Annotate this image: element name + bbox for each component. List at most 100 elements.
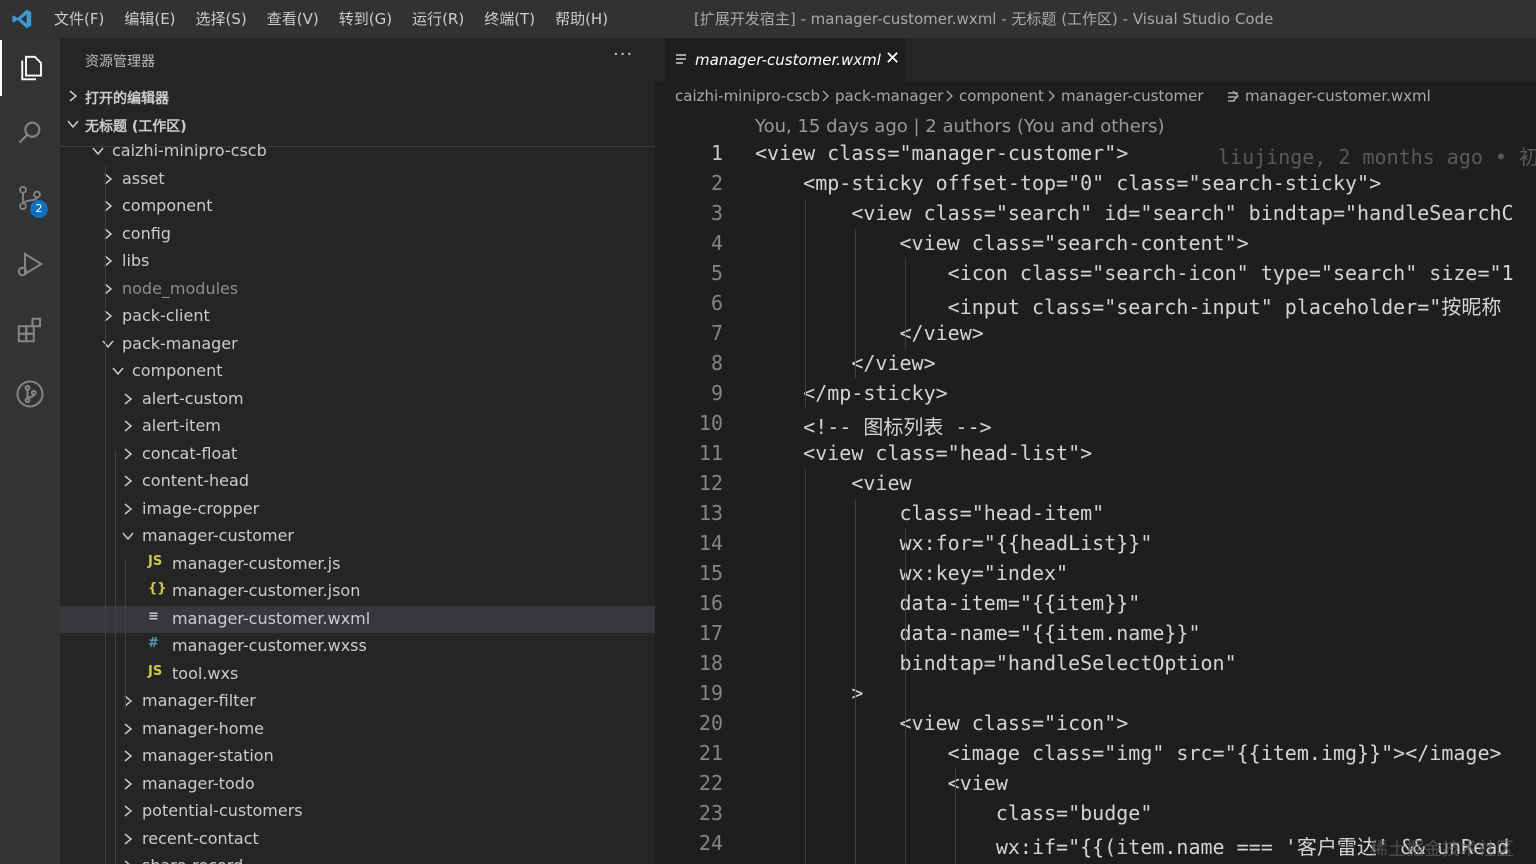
- line-number: 6: [710, 291, 723, 315]
- code-line[interactable]: 20 <view class="icon">: [655, 709, 1536, 739]
- code-line[interactable]: 16 data-item="{{item}}": [655, 589, 1536, 619]
- explorer-icon[interactable]: [0, 40, 60, 96]
- menu-item[interactable]: 运行(R): [402, 0, 474, 38]
- code-line[interactable]: 19 >: [655, 679, 1536, 709]
- code-line[interactable]: 9 </mp-sticky>: [655, 379, 1536, 409]
- line-number: 12: [698, 471, 723, 495]
- tree-folder[interactable]: manager-filter: [60, 688, 655, 715]
- extensions-icon[interactable]: [0, 302, 60, 358]
- indent-guide: [115, 450, 116, 864]
- line-number: 7: [710, 321, 723, 345]
- tree-folder[interactable]: concat-float: [60, 441, 655, 468]
- source-control-badge: 2: [30, 200, 48, 218]
- line-content: <view class="search" id="search" bindtap…: [755, 201, 1514, 225]
- js-file-icon: JS: [148, 663, 163, 679]
- run-debug-icon[interactable]: [0, 236, 60, 292]
- source-control-icon[interactable]: 2: [0, 170, 60, 226]
- menu-item[interactable]: 查看(V): [257, 0, 329, 38]
- tree-file[interactable]: # manager-customer.wxss: [60, 633, 655, 660]
- tree-folder[interactable]: image-cropper: [60, 496, 655, 523]
- tree-file[interactable]: JS manager-customer.js: [60, 551, 655, 578]
- tree-folder[interactable]: caizhi-minipro-cscb: [60, 138, 655, 165]
- tree-folder[interactable]: share-record: [60, 853, 655, 864]
- breadcrumb-item[interactable]: component: [959, 87, 1044, 105]
- code-line[interactable]: 2 <mp-sticky offset-top="0" class="searc…: [655, 169, 1536, 199]
- menu-item[interactable]: 选择(S): [186, 0, 257, 38]
- tree-item-label: component: [122, 196, 213, 215]
- code-line[interactable]: 4 <view class="search-content">: [655, 229, 1536, 259]
- code-line[interactable]: 10 <!-- 图标列表 -->: [655, 409, 1536, 439]
- codelens-authors[interactable]: You, 15 days ago | 2 authors (You and ot…: [755, 116, 1165, 137]
- tree-item-label: asset: [122, 168, 165, 188]
- breadcrumb-item[interactable]: caizhi-minipro-cscb: [675, 87, 820, 105]
- chevron-right-icon: [121, 445, 135, 463]
- tree-folder[interactable]: config: [60, 221, 655, 248]
- code-line[interactable]: 18 bindtap="handleSelectOption": [655, 649, 1536, 679]
- line-content: >: [755, 681, 864, 705]
- tree-folder[interactable]: manager-todo: [60, 771, 655, 798]
- open-editors-section[interactable]: 打开的编辑器: [60, 82, 655, 110]
- tree-item-label: content-head: [142, 471, 249, 490]
- tree-folder[interactable]: pack-manager: [60, 331, 655, 358]
- tree-item-label: manager-station: [142, 746, 274, 765]
- chevron-down-icon: [111, 362, 125, 380]
- code-line[interactable]: 23 class="budge": [655, 799, 1536, 829]
- code-line[interactable]: 1 <view class="manager-customer"> liujinge…: [655, 139, 1536, 169]
- chevron-right-icon: [101, 197, 115, 215]
- more-actions-icon[interactable]: ···: [613, 44, 633, 65]
- code-line[interactable]: 22 <view: [655, 769, 1536, 799]
- tree-folder[interactable]: manager-customer: [60, 523, 655, 550]
- menu-item[interactable]: 编辑(E): [114, 0, 185, 38]
- tree-file[interactable]: {} manager-customer.json: [60, 578, 655, 605]
- git-graph-icon[interactable]: [0, 366, 60, 422]
- tree-folder[interactable]: manager-home: [60, 716, 655, 743]
- code-line[interactable]: 17 data-name="{{item.name}}": [655, 619, 1536, 649]
- tree-folder[interactable]: asset: [60, 166, 655, 193]
- tree-folder[interactable]: recent-contact: [60, 826, 655, 853]
- code-line[interactable]: 7 </view>: [655, 319, 1536, 349]
- code-line[interactable]: 13 class="head-item": [655, 499, 1536, 529]
- menu-item[interactable]: 帮助(H): [545, 0, 618, 38]
- tree-file[interactable]: ≡ manager-customer.wxml: [60, 605, 655, 633]
- code-line[interactable]: 14 wx:for="{{headList}}": [655, 529, 1536, 559]
- close-icon[interactable]: ✕: [885, 48, 900, 69]
- tree-folder[interactable]: component: [60, 358, 655, 385]
- menu-item[interactable]: 转到(G): [329, 0, 402, 38]
- tree-folder[interactable]: content-head: [60, 468, 655, 495]
- line-content: <view: [755, 471, 912, 495]
- line-number: 18: [698, 651, 723, 675]
- code-line[interactable]: 5 <icon class="search-icon" type="search…: [655, 259, 1536, 289]
- menu-item[interactable]: 文件(F): [44, 0, 114, 38]
- line-number: 24: [698, 831, 723, 855]
- tab-bar: manager-customer.wxml ✕: [655, 38, 1536, 82]
- tree-folder[interactable]: component: [60, 193, 655, 220]
- line-number: 5: [710, 261, 723, 285]
- tree-folder[interactable]: alert-item: [60, 413, 655, 440]
- code-line[interactable]: 6 <input class="search-input" placeholde…: [655, 289, 1536, 319]
- code-line[interactable]: 21 <image class="img" src="{{item.img}}"…: [655, 739, 1536, 769]
- code-line[interactable]: 15 wx:key="index": [655, 559, 1536, 589]
- search-icon[interactable]: [0, 104, 60, 160]
- tree-folder[interactable]: libs: [60, 248, 655, 275]
- tree-folder[interactable]: manager-station: [60, 743, 655, 770]
- line-number: 22: [698, 771, 723, 795]
- code-line[interactable]: 12 <view: [655, 469, 1536, 499]
- breadcrumb-item[interactable]: manager-customer.wxml: [1245, 87, 1431, 105]
- tree-folder[interactable]: potential-customers: [60, 798, 655, 825]
- chevron-right-icon: [101, 225, 115, 243]
- workspace-section[interactable]: 无标题 (工作区): [60, 110, 655, 138]
- code-line[interactable]: 3 <view class="search" id="search" bindt…: [655, 199, 1536, 229]
- tab-manager-customer-wxml[interactable]: manager-customer.wxml ✕: [665, 38, 905, 82]
- chevron-right-icon: [121, 692, 135, 710]
- line-number: 13: [698, 501, 723, 525]
- chevron-right-icon: [121, 417, 135, 435]
- menu-item[interactable]: 终端(T): [474, 0, 545, 38]
- tree-folder[interactable]: pack-client: [60, 303, 655, 330]
- code-line[interactable]: 11 <view class="head-list">: [655, 439, 1536, 469]
- tree-file[interactable]: JS tool.wxs: [60, 661, 655, 688]
- code-line[interactable]: 8 </view>: [655, 349, 1536, 379]
- tree-folder[interactable]: node_modules: [60, 276, 655, 303]
- breadcrumb-item[interactable]: pack-manager: [835, 87, 943, 105]
- tree-folder[interactable]: alert-custom: [60, 386, 655, 413]
- breadcrumb-item[interactable]: manager-customer: [1061, 87, 1204, 105]
